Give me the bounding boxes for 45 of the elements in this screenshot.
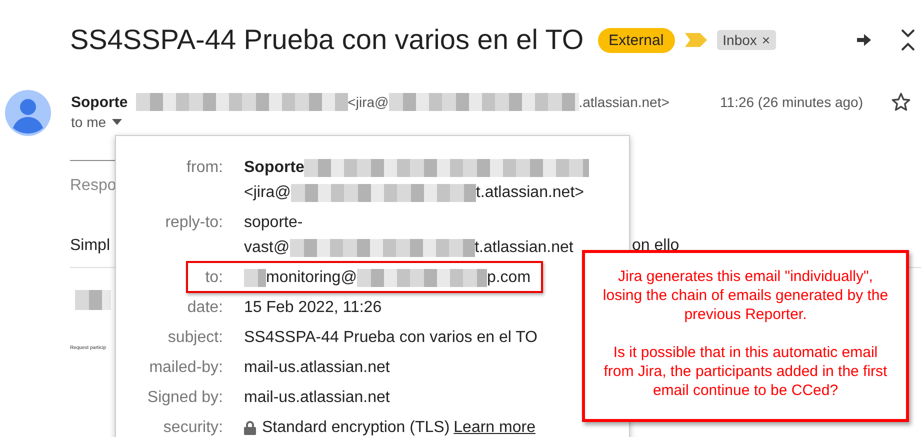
detail-text: soporte- [244,213,303,233]
detail-text: p.com [486,268,531,288]
detail-text: vast@ [244,238,290,258]
detail-text: Standard encryption (TLS) [262,418,450,437]
avatar-icon [5,90,51,136]
importance-marker-icon[interactable] [684,33,707,47]
body-text: on ello [632,237,680,255]
learn-more-link[interactable]: Learn more [454,415,536,437]
detail-label: to: [204,268,223,288]
detail-label: Signed by: [146,388,223,408]
lock-icon [244,420,256,434]
detail-text: mail-us.atlassian.net [244,388,390,408]
redacted-text [75,290,111,310]
detail-label: security: [162,418,223,437]
inbox-label: Inbox × [716,30,776,50]
redacted-text [244,268,266,286]
callout-text: Jira generates this email "individually", losing the chain of emails generated by the previous Reporter. [602,267,890,324]
detail-text: SS4SSPA-44 Prueba con varios en el TO [244,328,538,348]
reply-text: Respo [70,177,116,195]
sender-name: Soporte [71,94,128,110]
detail-label: mailed-by: [148,358,223,378]
detail-label: subject: [166,328,223,348]
detail-label: date: [186,298,223,318]
recipient-dropdown[interactable]: to me [71,114,921,130]
remove-label-button[interactable]: × [762,32,770,48]
detail-text: mail-us.atlassian.net [244,358,390,378]
caret-icon [112,119,122,125]
star-icon[interactable] [891,92,911,112]
collapse-icon[interactable] [901,29,915,51]
detail-label: reply-to: [164,213,223,233]
received-time: 11:26 (26 minutes ago) [720,94,863,110]
sender-address-start: <jira@ [348,94,389,110]
forward-arrow-icon[interactable] [857,34,871,46]
detail-text: t.atlassian.net> [476,183,584,203]
detail-text: 15 Feb 2022, 11:26 [244,298,382,318]
detail-text: <jira@ [244,183,291,203]
callout-text: Is it possible that in this automatic email from Jira, the participants added in the first email continue to be CCed? [602,343,888,400]
detail-label: from: [186,158,223,178]
detail-text: monitoring@ [266,268,357,288]
detail-text: t.atlassian.net [474,238,574,258]
email-subject: SS4SSPA-44 Prueba con varios en el TO [70,24,584,56]
body-text: Simpl [70,237,110,255]
external-badge: External [598,28,675,52]
sender-address-end: .atlassian.net> [578,94,670,110]
detail-text: Soporte [244,158,304,178]
